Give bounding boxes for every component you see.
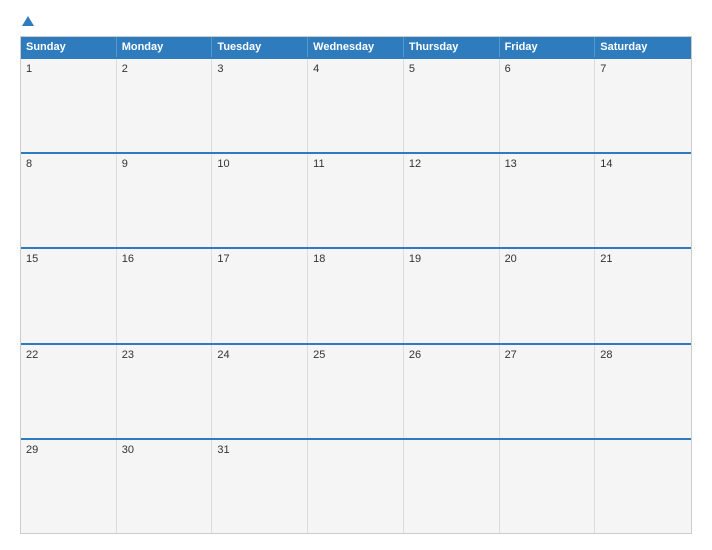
calendar-day-cell: 9 [117,154,213,247]
day-number: 19 [409,253,421,265]
calendar-day-cell: 15 [21,249,117,342]
day-number: 21 [600,253,612,265]
calendar-week-row: 15 16 17 18 19 20 21 [21,247,691,342]
day-number: 24 [217,349,229,361]
day-number: 7 [600,63,606,75]
calendar-body: 1234567891011121314151617181920212223242… [21,57,691,533]
day-number: 16 [122,253,134,265]
calendar-day-cell: 6 [500,59,596,152]
day-number: 25 [313,349,325,361]
calendar-day-cell: 12 [404,154,500,247]
logo [20,16,34,26]
logo-triangle-icon [22,16,34,26]
calendar-day-cell [404,440,500,533]
calendar-day-cell [308,440,404,533]
calendar-header-cell: Saturday [595,37,691,57]
calendar-day-cell: 11 [308,154,404,247]
calendar-day-cell: 21 [595,249,691,342]
calendar-header-cell: Monday [117,37,213,57]
day-number: 30 [122,444,134,456]
calendar-week-row: 29 30 31 [21,438,691,533]
day-number: 18 [313,253,325,265]
calendar-day-cell: 13 [500,154,596,247]
calendar-day-cell: 8 [21,154,117,247]
day-number: 31 [217,444,229,456]
day-number: 22 [26,349,38,361]
calendar-page: SundayMondayTuesdayWednesdayThursdayFrid… [0,0,712,550]
calendar-header-cell: Sunday [21,37,117,57]
day-number: 11 [313,158,324,170]
calendar-day-cell: 31 [212,440,308,533]
calendar-day-cell: 5 [404,59,500,152]
day-number: 6 [505,63,511,75]
calendar-day-cell: 1 [21,59,117,152]
calendar-day-cell: 26 [404,345,500,438]
day-number: 3 [217,63,223,75]
day-number: 15 [26,253,38,265]
calendar-day-cell: 17 [212,249,308,342]
day-number: 20 [505,253,517,265]
calendar-day-cell: 22 [21,345,117,438]
calendar-day-cell: 19 [404,249,500,342]
day-number: 27 [505,349,517,361]
calendar-day-cell: 18 [308,249,404,342]
calendar-header-cell: Thursday [404,37,500,57]
calendar-day-cell: 23 [117,345,213,438]
calendar-day-cell: 16 [117,249,213,342]
calendar-header-row: SundayMondayTuesdayWednesdayThursdayFrid… [21,37,691,57]
day-number: 17 [217,253,229,265]
calendar-day-cell: 14 [595,154,691,247]
calendar-grid: SundayMondayTuesdayWednesdayThursdayFrid… [20,36,692,534]
day-number: 23 [122,349,134,361]
day-number: 4 [313,63,319,75]
day-number: 26 [409,349,421,361]
calendar-day-cell [595,440,691,533]
day-number: 2 [122,63,128,75]
calendar-header-cell: Wednesday [308,37,404,57]
day-number: 12 [409,158,421,170]
day-number: 1 [26,63,32,75]
day-number: 28 [600,349,612,361]
calendar-day-cell: 20 [500,249,596,342]
calendar-day-cell: 3 [212,59,308,152]
calendar-day-cell: 10 [212,154,308,247]
calendar-day-cell: 29 [21,440,117,533]
calendar-day-cell: 25 [308,345,404,438]
calendar-week-row: 22 23 24 25 26 27 28 [21,343,691,438]
day-number: 29 [26,444,38,456]
calendar-day-cell: 30 [117,440,213,533]
day-number: 9 [122,158,128,170]
calendar-day-cell: 7 [595,59,691,152]
calendar-day-cell: 2 [117,59,213,152]
calendar-day-cell: 24 [212,345,308,438]
calendar-day-cell [500,440,596,533]
day-number: 8 [26,158,32,170]
day-number: 10 [217,158,229,170]
day-number: 14 [600,158,612,170]
header [20,16,692,26]
calendar-day-cell: 4 [308,59,404,152]
calendar-header-cell: Friday [500,37,596,57]
day-number: 13 [505,158,517,170]
calendar-week-row: 8 9 10 11 12 13 14 [21,152,691,247]
calendar-day-cell: 27 [500,345,596,438]
day-number: 5 [409,63,415,75]
calendar-week-row: 1 2 3 4 5 6 7 [21,57,691,152]
calendar-header-cell: Tuesday [212,37,308,57]
calendar-day-cell: 28 [595,345,691,438]
